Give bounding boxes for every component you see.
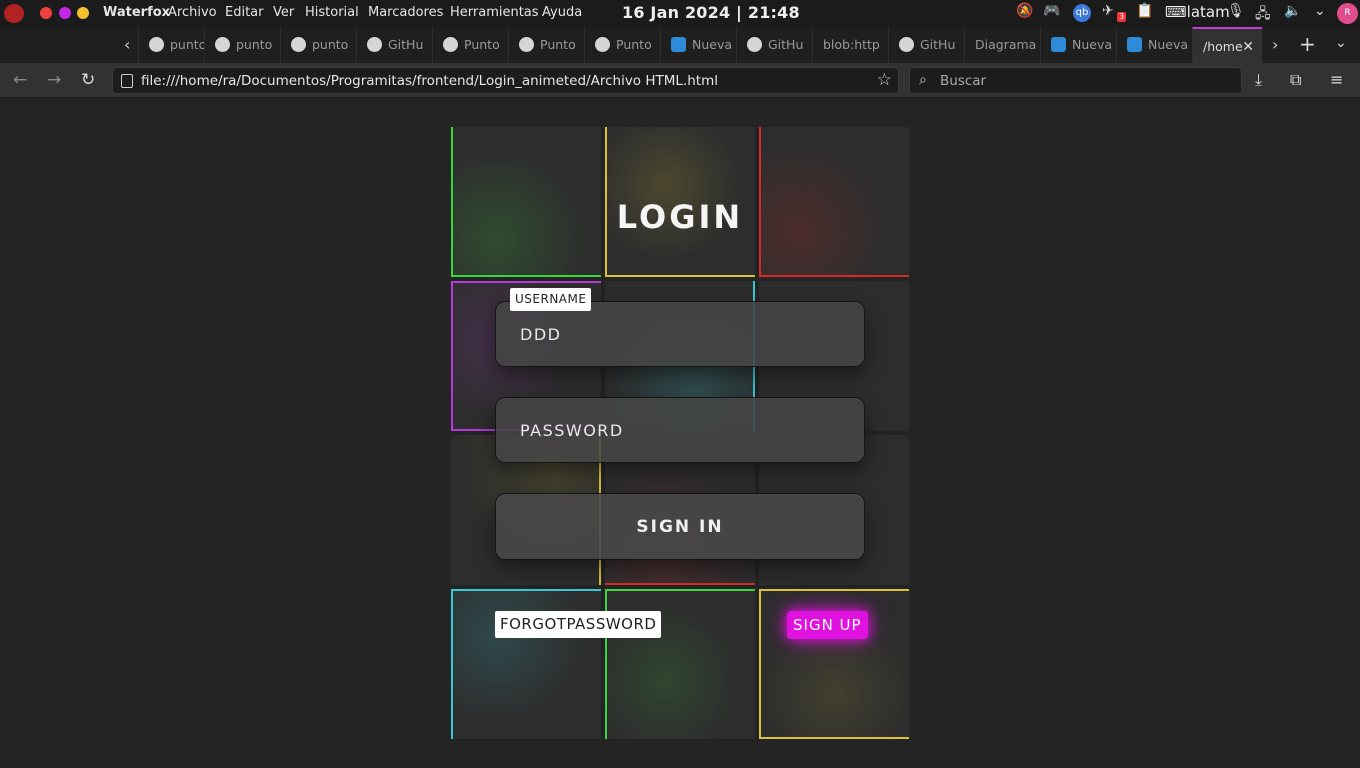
- window-close-button[interactable]: [40, 7, 52, 19]
- github-icon: [747, 37, 762, 52]
- reload-button[interactable]: ↻: [81, 70, 95, 90]
- github-icon: [215, 37, 230, 52]
- login-title: LOGIN: [616, 198, 744, 236]
- tab-label: Nueva: [1072, 37, 1113, 52]
- sign-up-button[interactable]: SIGN UP: [787, 611, 868, 639]
- username-input[interactable]: [520, 302, 840, 366]
- password-input[interactable]: [520, 398, 840, 462]
- hamburger-menu-icon[interactable]: ≡: [1330, 70, 1343, 89]
- system-top-bar: Waterfox Archivo Editar Ver Historial Ma…: [0, 0, 1360, 27]
- tab-3[interactable]: GitHu: [356, 27, 432, 63]
- tab-label: GitHu: [920, 37, 956, 52]
- menu-editar[interactable]: Editar: [225, 5, 264, 20]
- wiki-icon: [1051, 37, 1066, 52]
- tab-5[interactable]: Punto: [508, 27, 584, 63]
- github-icon: [595, 37, 610, 52]
- tab-14-active[interactable]: /home ✕: [1192, 27, 1262, 63]
- search-bar[interactable]: ⌕: [909, 67, 1242, 94]
- github-icon: [443, 37, 458, 52]
- user-avatar[interactable]: R: [1337, 3, 1358, 24]
- search-icon: ⌕: [919, 72, 927, 88]
- tab-label: Diagrama: [975, 37, 1037, 52]
- notification-count-badge: 3: [1117, 12, 1126, 22]
- navigation-toolbar: ← → ↻ file:///home/ra/Documentos/Program…: [0, 63, 1360, 98]
- tab-label: GitHu: [768, 37, 804, 52]
- window-minimize-button[interactable]: [77, 7, 89, 19]
- tab-1[interactable]: punto: [204, 27, 280, 63]
- app-name: Waterfox: [103, 5, 171, 20]
- tab-strip: ‹ punto punto punto GitHu Punto Punto Pu…: [0, 27, 1360, 63]
- tab-label: Punto: [540, 37, 576, 52]
- wiki-icon: [1127, 37, 1142, 52]
- password-field[interactable]: [495, 397, 865, 463]
- tab-label: punto: [236, 37, 273, 52]
- search-input[interactable]: [940, 71, 1230, 91]
- tab-label: Nueva: [692, 37, 733, 52]
- messenger-icon[interactable]: ✈: [1102, 3, 1114, 19]
- menu-archivo[interactable]: Archivo: [168, 5, 217, 20]
- menu-herramientas[interactable]: Herramientas: [450, 5, 539, 20]
- tab-8[interactable]: GitHu: [736, 27, 812, 63]
- username-label: USERNAME: [510, 288, 592, 311]
- back-button[interactable]: ←: [13, 70, 27, 90]
- tab-9[interactable]: blob:http: [812, 27, 888, 63]
- list-all-tabs-icon[interactable]: ⌄: [1335, 35, 1347, 51]
- clipboard-icon[interactable]: 📋: [1136, 3, 1153, 19]
- github-icon: [149, 37, 164, 52]
- keyboard-icon: ⌨: [1165, 3, 1187, 21]
- network-icon[interactable]: 🖧: [1255, 3, 1271, 27]
- menu-ayuda[interactable]: Ayuda: [542, 5, 582, 20]
- extensions-icon[interactable]: ⧉: [1290, 70, 1301, 90]
- new-tab-button[interactable]: +: [1299, 32, 1316, 56]
- github-icon: [367, 37, 382, 52]
- window-maximize-button[interactable]: [59, 7, 71, 19]
- chevron-down-icon[interactable]: ⌄: [1314, 3, 1326, 19]
- address-bar[interactable]: file:///home/ra/Documentos/Programitas/f…: [112, 67, 899, 94]
- github-icon: [899, 37, 914, 52]
- tab-4[interactable]: Punto: [432, 27, 508, 63]
- keyboard-layout-label: latam: [1186, 3, 1230, 21]
- tab-label: GitHu: [388, 37, 424, 52]
- system-clock[interactable]: 16 Jan 2024 | 21:48: [622, 3, 800, 22]
- tab-13[interactable]: Nueva: [1116, 27, 1192, 63]
- tabs-scroll-left-icon[interactable]: ‹: [124, 35, 130, 54]
- close-tab-icon[interactable]: ✕: [1242, 29, 1254, 63]
- menu-historial[interactable]: Historial: [305, 5, 359, 20]
- tab-label: /home: [1203, 39, 1243, 54]
- downloads-icon[interactable]: ⤓: [1255, 70, 1262, 90]
- qbittorrent-icon[interactable]: qb: [1073, 4, 1091, 22]
- notifications-off-icon[interactable]: 🔕: [1016, 3, 1033, 19]
- tab-label: punto: [170, 37, 204, 52]
- tab-12[interactable]: Nueva: [1040, 27, 1116, 63]
- page-content: LOGIN USERNAME SIGN IN FORGOTPASSWORD SI…: [0, 98, 1360, 768]
- bookmark-star-icon[interactable]: ☆: [877, 70, 892, 90]
- tab-label: Punto: [464, 37, 500, 52]
- microphone-icon[interactable]: 🎙: [1227, 3, 1245, 19]
- tab-label: Punto: [616, 37, 652, 52]
- tab-6[interactable]: Punto: [584, 27, 660, 63]
- tab-0[interactable]: punto: [138, 27, 204, 63]
- tab-10[interactable]: GitHu: [888, 27, 964, 63]
- tab-11[interactable]: Diagrama: [964, 27, 1040, 63]
- tab-label: punto: [312, 37, 349, 52]
- menu-marcadores[interactable]: Marcadores: [368, 5, 443, 20]
- forgot-password-link[interactable]: FORGOTPASSWORD: [495, 611, 662, 638]
- volume-icon[interactable]: 🔈: [1284, 3, 1301, 19]
- forward-button[interactable]: →: [47, 70, 61, 90]
- distro-logo-icon[interactable]: [4, 4, 24, 23]
- github-icon: [291, 37, 306, 52]
- menu-ver[interactable]: Ver: [273, 5, 294, 20]
- github-icon: [519, 37, 534, 52]
- sign-in-button[interactable]: SIGN IN: [495, 493, 865, 560]
- keyboard-layout-indicator[interactable]: ⌨latam: [1165, 3, 1230, 21]
- page-icon: [121, 74, 133, 88]
- discord-icon[interactable]: 🎮: [1043, 3, 1060, 19]
- wiki-icon: [671, 37, 686, 52]
- tab-7[interactable]: Nueva: [660, 27, 736, 63]
- tab-label: Nueva: [1148, 37, 1189, 52]
- tab-2[interactable]: punto: [280, 27, 356, 63]
- tab-label: blob:http: [823, 37, 880, 52]
- tabs-scroll-right-icon[interactable]: ›: [1272, 35, 1278, 54]
- address-url[interactable]: file:///home/ra/Documentos/Programitas/f…: [141, 73, 718, 89]
